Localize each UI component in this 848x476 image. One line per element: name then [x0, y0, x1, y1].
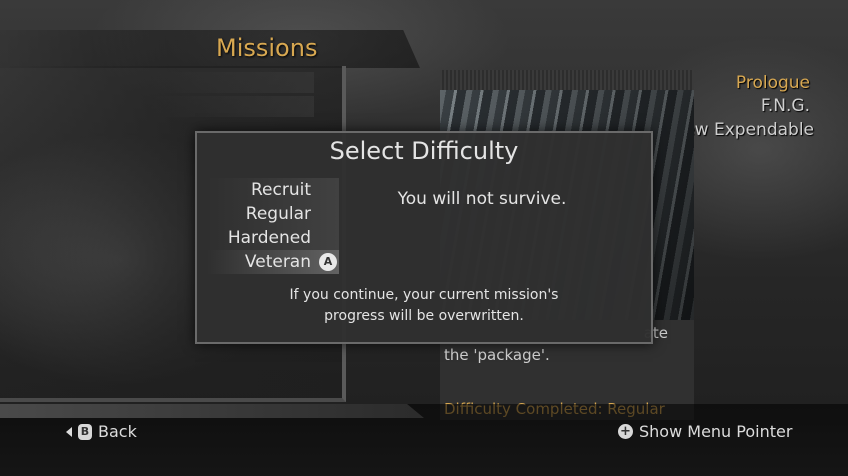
difficulty-label: Recruit [250, 180, 311, 200]
overwrite-warning: If you continue, your current mission's … [197, 285, 651, 327]
difficulty-option-veteran[interactable]: Veteran A [207, 250, 339, 274]
warning-line: If you continue, your current mission's [289, 287, 559, 303]
difficulty-description: You will not survive. [397, 189, 567, 209]
select-difficulty-dialog: Select Difficulty Recruit Regular Harden… [195, 131, 653, 344]
mission-item-prologue[interactable]: Prologue [734, 73, 812, 93]
plus-button-icon: + [618, 424, 633, 439]
difficulty-label: Regular [245, 204, 311, 224]
b-button-icon: B [78, 423, 92, 440]
mission-row-highlight [150, 96, 314, 117]
difficulty-option-hardened[interactable]: Hardened [207, 226, 339, 250]
back-hint[interactable]: B Back [66, 422, 137, 441]
show-menu-pointer-hint[interactable]: + Show Menu Pointer [618, 422, 792, 441]
difficulty-option-regular[interactable]: Regular [207, 202, 339, 226]
back-label: Back [98, 422, 137, 441]
title-band [0, 30, 420, 68]
difficulty-option-recruit[interactable]: Recruit [207, 178, 339, 202]
mission-row-highlight [150, 72, 314, 93]
difficulty-label: Veteran [244, 252, 311, 272]
mission-item-fng[interactable]: F.N.G. [759, 96, 812, 116]
a-button-icon: A [319, 253, 337, 271]
page-title: Missions [216, 34, 318, 62]
preview-header [440, 70, 694, 90]
warning-line: progress will be overwritten. [324, 308, 524, 324]
arrow-left-icon [66, 426, 72, 437]
difficulty-list: Recruit Regular Hardened Veteran A [207, 178, 339, 274]
mission-description-line: the 'package'. [444, 346, 550, 364]
dialog-title: Select Difficulty [329, 137, 519, 165]
difficulty-label: Hardened [227, 228, 311, 248]
show-menu-pointer-label: Show Menu Pointer [639, 422, 793, 441]
